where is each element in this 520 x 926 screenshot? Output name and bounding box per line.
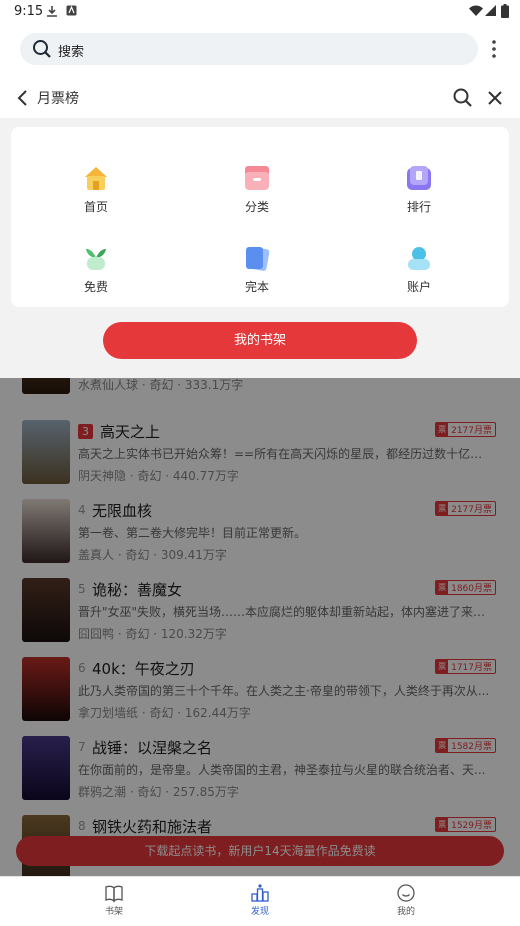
header-search-icon[interactable] [452, 87, 474, 109]
menu-item-account[interactable]: 账户 [379, 244, 459, 304]
search-label: 搜索 [58, 45, 85, 60]
battery-icon [501, 4, 509, 18]
browser-search-box[interactable]: 搜索 [20, 33, 478, 65]
nav-bookshelf[interactable]: 书架 [84, 883, 144, 923]
nav-discover[interactable]: 发现 [230, 883, 290, 923]
menu-item-completed[interactable]: 完本 [217, 244, 297, 304]
download-icon [47, 6, 57, 17]
account-icon [408, 247, 430, 270]
quick-menu-card: 首页 分类 排行 免费 完本 账户 [11, 127, 509, 307]
free-icon [86, 248, 106, 270]
close-icon[interactable] [484, 87, 506, 109]
book-icon [105, 885, 123, 903]
app-notification-icon [66, 5, 77, 16]
status-bar: 9:15 [0, 0, 520, 24]
dim-overlay[interactable] [0, 378, 520, 876]
ranking-icon [407, 166, 431, 190]
signal-icon [485, 5, 496, 16]
menu-item-ranking[interactable]: 排行 [379, 164, 459, 224]
page-header: 月票榜 [0, 78, 520, 118]
completed-icon [246, 247, 270, 271]
browser-bar: 搜索 [0, 24, 520, 78]
profile-icon [397, 884, 415, 902]
search-icon [33, 40, 51, 58]
nav-profile[interactable]: 我的 [376, 883, 436, 923]
menu-item-free[interactable]: 免费 [56, 244, 136, 304]
page-title: 月票榜 [37, 91, 79, 107]
more-options-icon[interactable] [484, 36, 504, 62]
status-time: 9:15 [14, 4, 44, 19]
bottom-nav: 书架 发现 我的 [0, 876, 520, 926]
menu-item-home[interactable]: 首页 [56, 164, 136, 224]
category-icon [245, 166, 269, 190]
home-icon [85, 167, 107, 190]
wifi-icon [469, 5, 483, 16]
discover-icon [251, 884, 269, 902]
quick-menu-panel: 首页 分类 排行 免费 完本 账户 我的书架 [0, 118, 520, 378]
my-bookshelf-button[interactable]: 我的书架 [103, 322, 417, 359]
back-arrow-icon[interactable] [14, 88, 32, 108]
menu-item-category[interactable]: 分类 [217, 164, 297, 224]
